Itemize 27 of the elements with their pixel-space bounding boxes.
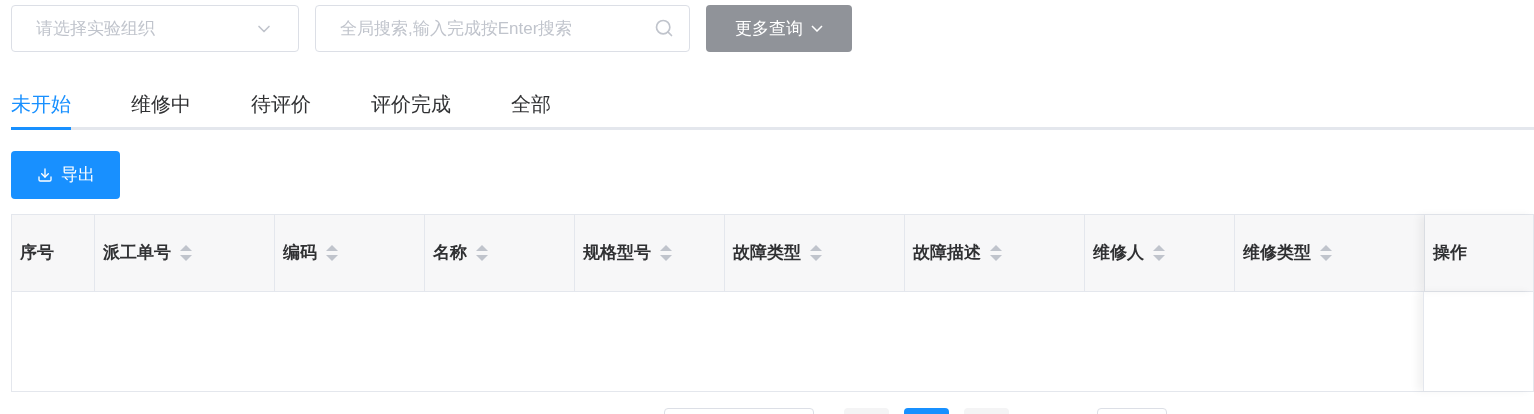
sort-icon[interactable]	[989, 244, 1003, 262]
tab[interactable]: 待评价	[251, 80, 311, 130]
sort-icon[interactable]	[325, 244, 339, 262]
column-header: 故障描述	[913, 242, 981, 265]
column-header: 故障类型	[733, 242, 801, 265]
column-header: 维修人	[1093, 242, 1144, 265]
column-header: 规格型号	[583, 242, 651, 265]
search-icon[interactable]	[654, 18, 674, 38]
sort-icon[interactable]	[475, 244, 489, 262]
download-icon	[36, 167, 53, 183]
sort-icon[interactable]	[659, 244, 673, 262]
column-header: 操作	[1433, 242, 1467, 265]
tab[interactable]: 维修中	[131, 80, 191, 130]
sort-icon[interactable]	[1319, 244, 1333, 262]
sort-icon[interactable]	[1152, 244, 1166, 262]
chevron-down-icon	[811, 25, 823, 32]
sort-icon[interactable]	[179, 244, 193, 262]
tab[interactable]: 全部	[511, 80, 551, 130]
org-select-placeholder: 请选择实验组织	[36, 17, 155, 40]
search-field[interactable]: 全局搜索,输入完成按Enter搜索	[315, 5, 690, 52]
column-header: 编码	[283, 242, 317, 265]
column-header: 派工单号	[103, 242, 171, 265]
column-header: 维修类型	[1243, 242, 1311, 265]
column-header: 序号	[20, 242, 54, 265]
tab[interactable]: 评价完成	[371, 80, 451, 130]
sort-icon[interactable]	[809, 244, 823, 262]
column-header: 名称	[433, 242, 467, 265]
